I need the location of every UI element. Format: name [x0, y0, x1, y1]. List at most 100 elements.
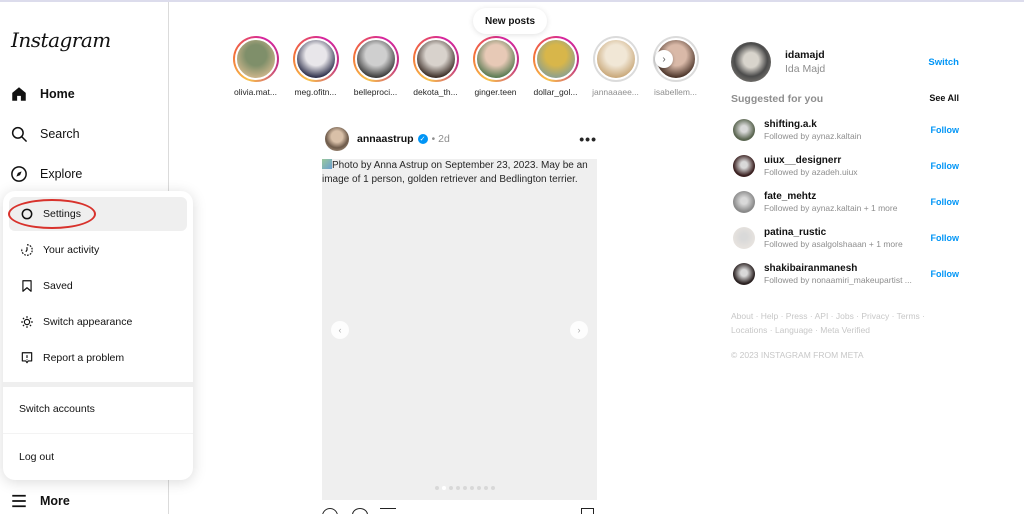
menu-item-log-out[interactable]: Log out	[9, 440, 187, 474]
comment-icon[interactable]	[352, 508, 368, 514]
story-username: meg.ofitn...	[294, 87, 337, 97]
story-avatar	[234, 38, 277, 80]
menu-item-label: Switch accounts	[19, 403, 95, 415]
sidebar-item-search[interactable]: Search	[10, 122, 80, 146]
suggestion-username[interactable]: shifting.a.k	[764, 119, 861, 130]
avatar[interactable]	[733, 191, 755, 213]
carousel-dot	[463, 486, 467, 490]
story-username: dekota_th...	[413, 87, 458, 97]
activity-icon	[20, 243, 34, 257]
sidebar-item-label: Explore	[40, 167, 83, 181]
avatar[interactable]	[733, 119, 755, 141]
save-icon[interactable]	[581, 508, 594, 514]
post-timestamp[interactable]: 2d	[438, 133, 450, 145]
see-all-button[interactable]: See All	[929, 93, 959, 105]
sidebar-item-home[interactable]: Home	[10, 82, 75, 106]
story-avatar	[294, 38, 337, 80]
story-ring	[292, 36, 339, 82]
story-username: dollar_gol...	[533, 87, 578, 97]
story-avatar	[414, 38, 457, 80]
sun-icon	[20, 315, 34, 329]
follow-button[interactable]: Follow	[931, 161, 960, 171]
search-icon	[10, 125, 28, 143]
avatar[interactable]	[733, 263, 755, 285]
menu-item-your-activity[interactable]: Your activity	[9, 233, 187, 267]
story-ring	[592, 36, 639, 82]
carousel-dot	[484, 486, 488, 490]
switch-account-button[interactable]: Switch	[928, 57, 959, 68]
story-ring	[412, 36, 459, 82]
follow-button[interactable]: Follow	[931, 197, 960, 207]
current-username[interactable]: idamajd	[785, 49, 825, 61]
menu-item-settings[interactable]: Settings	[9, 197, 187, 231]
story-item[interactable]: jannaaaee...	[592, 36, 639, 97]
story-item[interactable]: olivia.mat...	[232, 36, 279, 97]
stories-tray: olivia.mat... meg.ofitn... belleproci... de…	[232, 36, 699, 97]
story-item[interactable]: dollar_gol...	[532, 36, 579, 97]
follow-button[interactable]: Follow	[931, 233, 960, 243]
menu-item-saved[interactable]: Saved	[9, 269, 187, 303]
stories-next-button[interactable]: ›	[655, 50, 673, 68]
menu-item-switch-appearance[interactable]: Switch appearance	[9, 305, 187, 339]
more-menu: Settings Your activity Saved Switch appe…	[3, 191, 193, 480]
suggestion-item: patina_rustic Followed by asalgolshaaan +…	[733, 224, 959, 252]
verified-badge-icon: ✓	[417, 134, 428, 144]
story-avatar	[594, 38, 637, 80]
suggestion-item: shifting.a.k Followed by aynaz.kaltain Fol…	[733, 116, 959, 144]
share-icon[interactable]	[380, 508, 396, 514]
carousel-dot	[491, 486, 495, 490]
sidebar-item-explore[interactable]: Explore	[10, 162, 82, 186]
story-item[interactable]: dekota_th...	[412, 36, 459, 97]
story-item[interactable]: meg.ofitn...	[292, 36, 339, 97]
carousel-dot	[470, 486, 474, 490]
avatar[interactable]	[731, 42, 771, 82]
carousel-prev-button[interactable]: ‹	[331, 321, 349, 339]
suggestion-username[interactable]: shakibairanmanesh	[764, 263, 912, 274]
follow-button[interactable]: Follow	[931, 269, 960, 279]
avatar[interactable]	[733, 155, 755, 177]
suggestion-item: fate_mehtz Followed by aynaz.kaltain + 1 …	[733, 188, 959, 216]
follow-button[interactable]: Follow	[931, 125, 960, 135]
carousel-dot	[442, 486, 446, 490]
story-avatar	[474, 38, 517, 80]
suggestion-username[interactable]: fate_mehtz	[764, 191, 897, 202]
menu-item-report-a-problem[interactable]: Report a problem	[9, 341, 187, 375]
post-image-alt-text: Photo by Anna Astrup on September 23, 20…	[322, 159, 588, 185]
avatar[interactable]	[733, 227, 755, 249]
post-media[interactable]: Photo by Anna Astrup on September 23, 20…	[322, 159, 597, 500]
story-username: olivia.mat...	[234, 87, 277, 97]
story-username: ginger.teen	[474, 87, 517, 97]
carousel-next-button[interactable]: ›	[570, 321, 588, 339]
suggestion-username[interactable]: uiux__designerr	[764, 155, 858, 166]
carousel-indicators	[435, 486, 495, 490]
footer-links[interactable]: About · Help · Press · API · Jobs · Priv…	[731, 309, 961, 337]
sidebar-item-more[interactable]: More	[10, 489, 70, 513]
story-item[interactable]: ginger.teen	[472, 36, 519, 97]
suggestion-followed-by: Followed by azadeh.uiux	[764, 167, 858, 177]
story-item[interactable]: belleproci...	[352, 36, 399, 97]
like-icon[interactable]	[322, 508, 338, 514]
copyright: © 2023 INSTAGRAM FROM META	[731, 350, 864, 360]
sidebar-item-label: More	[40, 494, 70, 508]
menu-item-label: Switch appearance	[43, 316, 133, 328]
menu-icon	[10, 492, 28, 510]
more-options-icon[interactable]: •••	[579, 131, 597, 147]
bookmark-icon	[20, 279, 34, 293]
menu-item-label: Settings	[43, 208, 81, 220]
settings-icon	[20, 207, 34, 221]
carousel-dot	[456, 486, 460, 490]
carousel-dot	[449, 486, 453, 490]
menu-separator	[3, 433, 193, 434]
instagram-logo[interactable]: Instagram	[11, 28, 111, 52]
suggestion-username[interactable]: patina_rustic	[764, 227, 903, 238]
new-posts-button[interactable]: New posts	[473, 8, 548, 34]
sidebar-item-label: Search	[40, 127, 80, 141]
story-ring	[472, 36, 519, 82]
post-author-username[interactable]: annaastrup	[357, 133, 414, 145]
sidebar-item-label: Home	[40, 87, 75, 101]
broken-image-icon	[322, 159, 332, 169]
post-header: annaastrup ✓ • 2d •••	[325, 126, 597, 152]
story-username: belleproci...	[353, 87, 398, 97]
post-author-avatar[interactable]	[325, 127, 349, 151]
menu-item-switch-accounts[interactable]: Switch accounts	[9, 392, 187, 426]
